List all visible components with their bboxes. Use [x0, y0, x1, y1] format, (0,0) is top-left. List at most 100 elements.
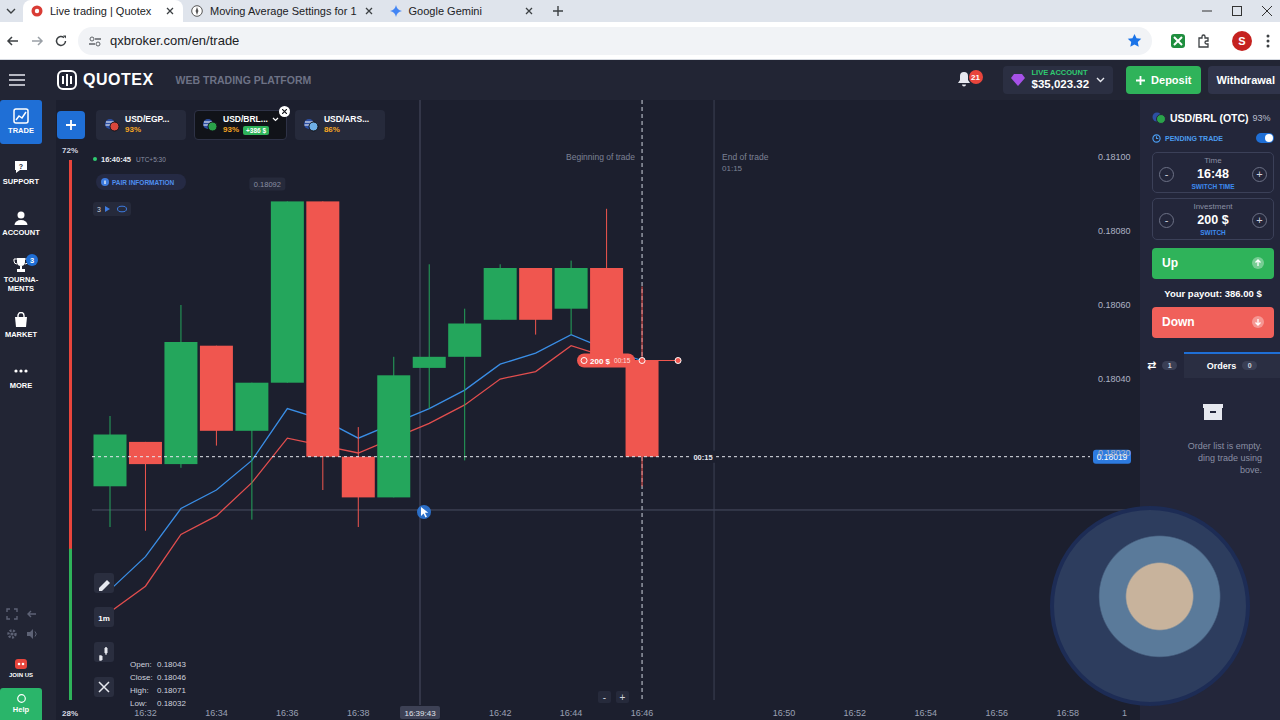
help-label: Help [13, 705, 29, 714]
time-minus-button[interactable]: - [1159, 167, 1174, 182]
webcam-video [1050, 506, 1250, 706]
bookmark-star-icon[interactable] [1127, 33, 1142, 48]
time-tick: 16:34 [205, 708, 228, 718]
candle-body [94, 435, 127, 487]
empty-order-line: ding trade using [1198, 452, 1262, 464]
drawing-pencil-icon[interactable] [94, 573, 114, 593]
asset-tabs: USD/EGP...93% USD/BRL...93%+386 $ USD/ARS.… [57, 110, 385, 140]
chart-area[interactable]: 72%28%Beginning of tradeEnd of trade01:1… [56, 100, 1140, 720]
pair-information-button[interactable]: PAIR INFORMATION [96, 174, 186, 190]
menu-dots-icon[interactable] [1266, 34, 1270, 48]
collapse-icon[interactable] [26, 608, 38, 620]
deposit-button[interactable]: Deposit [1126, 66, 1201, 94]
investment-minus-button[interactable]: - [1159, 213, 1174, 228]
sidebar-item[interactable]: MORE [0, 355, 42, 399]
close-window-icon[interactable] [1262, 6, 1272, 16]
site-icon [390, 5, 402, 17]
order-close-icon[interactable] [581, 358, 587, 364]
profile-avatar[interactable]: S [1232, 31, 1252, 51]
account-switcher[interactable]: LIVE ACCOUNT$35,023.32 [1003, 66, 1114, 94]
zoom-in-button[interactable]: + [616, 691, 629, 703]
sidebar-item[interactable]: TRADE [0, 100, 42, 144]
browser-tab[interactable]: Live trading | Quotex [23, 0, 183, 22]
time-plus-button[interactable]: + [1252, 167, 1267, 182]
investment-value[interactable]: 200 $ [1178, 213, 1248, 227]
close-icon[interactable] [524, 6, 534, 16]
tab-list-icon[interactable] [5, 5, 17, 17]
tool-glyph [100, 647, 107, 661]
extension-icon[interactable] [1170, 33, 1186, 49]
sidebar-item[interactable]: ?SUPPORT [0, 151, 42, 195]
sidebar-item[interactable]: ACCOUNT [0, 202, 42, 246]
panel-tab[interactable]: Orders0 [1184, 352, 1280, 378]
time-value[interactable]: 16:48 [1178, 167, 1248, 181]
close-icon[interactable] [165, 6, 175, 16]
url-field[interactable]: qxbroker.com/en/trade [78, 27, 1152, 55]
zoom-out-button[interactable]: - [598, 691, 611, 703]
zoom-box [598, 691, 611, 703]
time-switch[interactable]: SWITCH TIME [1192, 183, 1235, 191]
platform-subtitle: WEB TRADING PLATFORM [176, 74, 312, 86]
candle [377, 357, 410, 498]
browser-tab[interactable]: Google Gemini [382, 0, 542, 22]
tab-title: Moving Average Settings for 1 [210, 5, 357, 17]
mouse-cursor-icon [417, 505, 431, 519]
sidebar-item[interactable]: TOURNA- MENTS3 [0, 253, 42, 297]
down-button[interactable]: Down [1152, 307, 1274, 338]
help-button[interactable]: Help [0, 688, 42, 720]
pending-trade-toggle[interactable] [1256, 133, 1274, 143]
investment-switch[interactable]: SWITCH [1200, 229, 1226, 237]
candle [590, 209, 623, 361]
maximize-icon[interactable] [1232, 6, 1242, 16]
browser-tab-strip: Live trading | Quotex Moving Average Sett… [0, 0, 1280, 22]
order-pill[interactable]: 200 $00:15 [577, 354, 635, 368]
candle-body [484, 268, 517, 320]
ohlc-label: Close: [130, 673, 153, 682]
price-chart[interactable]: 72%28%Beginning of tradeEnd of trade01:1… [56, 100, 1140, 720]
tool-box [94, 607, 114, 627]
timeframe-button[interactable]: 1m [94, 607, 114, 627]
crosshair-tool-icon[interactable] [94, 677, 114, 697]
site-icon [31, 5, 43, 17]
asset-tab[interactable]: USD/ARS...86% [295, 110, 385, 140]
up-button[interactable]: Up [1152, 248, 1274, 279]
notifications-button[interactable]: 21 [957, 71, 975, 89]
withdrawal-button[interactable]: Withdrawal [1208, 66, 1280, 94]
browser-tab[interactable]: Moving Average Settings for 1 [183, 0, 382, 22]
close-icon[interactable] [364, 6, 374, 16]
join-us-link[interactable]: JOIN US [0, 658, 42, 678]
diamond-icon [1011, 74, 1025, 86]
server-clock: 16:40:45 [101, 155, 131, 164]
indicators-button[interactable]: 3 [93, 202, 131, 216]
chevron-down-icon[interactable] [272, 117, 279, 122]
cursor-arrow [421, 507, 428, 517]
fullscreen-icon[interactable] [6, 608, 18, 620]
settings-gear-icon[interactable] [6, 628, 18, 640]
new-tab-icon[interactable] [552, 5, 564, 17]
minimize-icon[interactable] [1202, 6, 1212, 16]
back-icon[interactable] [6, 34, 20, 48]
sound-icon[interactable] [26, 628, 38, 640]
hamburger-icon[interactable] [9, 74, 25, 86]
forward-icon[interactable] [30, 34, 44, 48]
asset-tab[interactable]: USD/EGP...93% [96, 110, 186, 140]
time-tick: 16:36 [276, 708, 299, 718]
panel-tab[interactable]: ⇄1 [1140, 352, 1184, 378]
eye-icon [118, 206, 127, 212]
candle [626, 287, 659, 487]
candle-wick [429, 264, 430, 408]
sidebar: TRADE ?SUPPORT ACCOUNT TOURNA- MENTS3 MARKET… [0, 100, 56, 720]
asset-tab-text: USD/ARS...86% [324, 115, 369, 135]
add-asset-button[interactable] [57, 111, 85, 139]
market-bag-icon [13, 312, 29, 328]
candle [555, 261, 588, 335]
candle-body [377, 375, 410, 497]
asset-tab[interactable]: USD/BRL...93%+386 $ [194, 110, 287, 140]
puzzle-icon[interactable] [1196, 33, 1212, 49]
reload-icon[interactable] [54, 34, 68, 48]
sidebar-item[interactable]: MARKET [0, 304, 42, 348]
close-asset-button[interactable] [279, 106, 290, 117]
investment-plus-button[interactable]: + [1252, 213, 1267, 228]
chart-type-icon[interactable] [94, 642, 114, 662]
candle [519, 268, 552, 335]
